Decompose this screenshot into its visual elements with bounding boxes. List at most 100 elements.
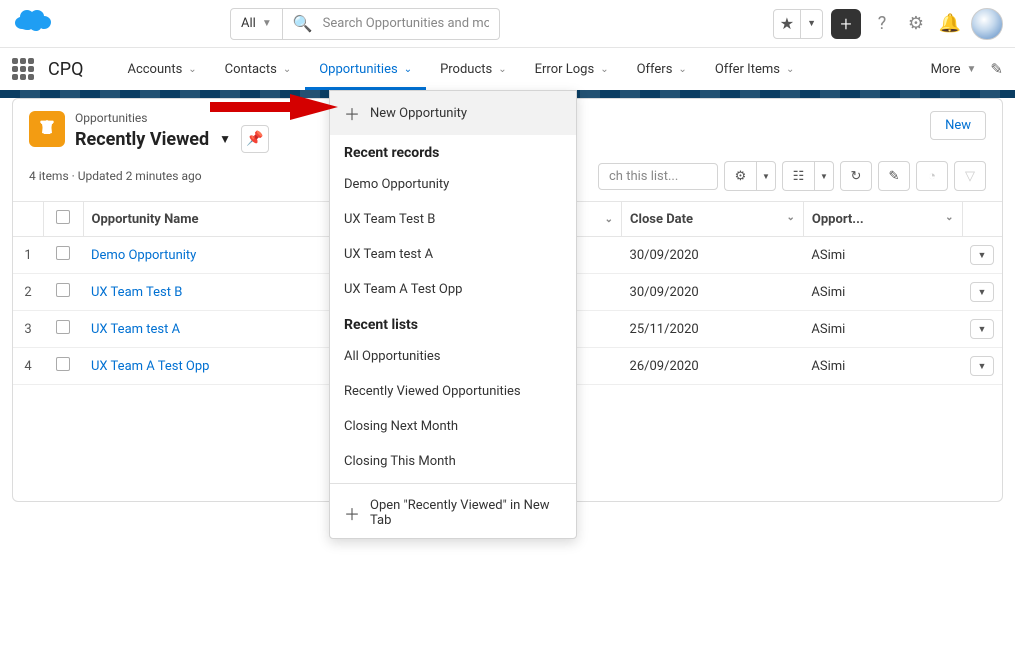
row-select[interactable] [43, 237, 83, 274]
app-launcher-icon[interactable] [12, 58, 34, 80]
recent-record-item[interactable]: Demo Opportunity [330, 167, 576, 202]
recent-list-item[interactable]: All Opportunities [330, 339, 576, 374]
col-close-date[interactable]: Close Date⌄ [622, 202, 804, 237]
global-search[interactable]: 🔍 [283, 8, 500, 40]
checkbox[interactable] [56, 357, 70, 371]
cell-opportunity-name[interactable]: Demo Opportunity [83, 237, 360, 274]
menu-open-new-tab[interactable]: ＋ Open "Recently Viewed" in New Tab [330, 488, 576, 538]
display-as-button[interactable]: ☷▼ [782, 161, 834, 191]
recent-record-item[interactable]: UX Team Test B [330, 202, 576, 237]
user-avatar[interactable] [971, 8, 1003, 40]
menu-label: UX Team test A [344, 247, 433, 262]
nav-item-opportunities[interactable]: Opportunities⌄ [305, 48, 426, 90]
nav-item-accounts[interactable]: Accounts⌄ [113, 48, 210, 90]
row-actions[interactable]: ▼ [962, 274, 1002, 311]
global-create-button[interactable]: + [831, 9, 861, 39]
pie-chart-icon: ◔ [928, 168, 936, 184]
cell-opportunity-name[interactable]: UX Team test A [83, 311, 360, 348]
chevron-down-icon: ▼ [967, 64, 977, 75]
new-record-button[interactable]: New [930, 111, 986, 140]
record-link[interactable]: UX Team Test B [91, 285, 182, 300]
recent-record-item[interactable]: UX Team test A [330, 237, 576, 272]
chevron-down-icon: ▼ [262, 18, 272, 29]
nav-more[interactable]: More ▼ [931, 48, 977, 90]
list-settings-button[interactable]: ⚙▼ [724, 161, 776, 191]
chevron-down-icon[interactable]: ▼ [970, 319, 994, 339]
menu-label: Closing This Month [344, 454, 456, 469]
list-search-input[interactable]: ch this list... [598, 163, 718, 190]
nav-item-offers[interactable]: Offers⌄ [623, 48, 701, 90]
refresh-button[interactable]: ↻ [840, 161, 872, 191]
opportunities-nav-dropdown: ＋ New Opportunity Recent records Demo Op… [329, 90, 577, 539]
plus-icon: ＋ [344, 101, 360, 125]
nav-label: Error Logs [535, 62, 595, 77]
row-actions[interactable]: ▼ [962, 348, 1002, 385]
filter-button[interactable]: ▽ [954, 161, 986, 191]
edit-nav-button[interactable]: ✎ [990, 60, 1003, 78]
chevron-down-icon[interactable]: ▼ [970, 282, 994, 302]
search-input[interactable] [323, 16, 489, 31]
chevron-down-icon[interactable]: ▼ [219, 132, 231, 146]
menu-label: UX Team Test B [344, 212, 435, 227]
record-link[interactable]: UX Team test A [91, 322, 180, 337]
col-select-all[interactable] [43, 202, 83, 237]
recent-list-item[interactable]: Closing Next Month [330, 409, 576, 444]
question-icon: ? [878, 13, 887, 34]
cell-owner: ASimi [803, 348, 962, 385]
row-select[interactable] [43, 348, 83, 385]
chevron-down-icon: ⌄ [600, 64, 608, 75]
gear-icon: ⚙ [735, 169, 747, 184]
notifications-button[interactable]: 🔔 [937, 11, 963, 37]
pencil-icon: ✎ [889, 169, 900, 184]
checkbox[interactable] [56, 320, 70, 334]
inline-edit-button[interactable]: ✎ [878, 161, 910, 191]
pin-button[interactable]: 📌 [241, 125, 269, 153]
row-select[interactable] [43, 311, 83, 348]
col-opportunity-name[interactable]: Opportunity Name⌄ [83, 202, 360, 237]
cell-owner: ASimi [803, 311, 962, 348]
checkbox[interactable] [56, 210, 70, 224]
search-scope-selector[interactable]: All ▼ [230, 8, 283, 40]
col-label: Opport... [812, 212, 864, 227]
nav-item-error-logs[interactable]: Error Logs ⌄ [521, 48, 623, 90]
chevron-down-icon: ▼ [801, 10, 822, 38]
row-actions[interactable]: ▼ [962, 237, 1002, 274]
help-button[interactable]: ? [869, 11, 895, 37]
salesforce-logo [12, 8, 60, 40]
recent-list-item[interactable]: Closing This Month [330, 444, 576, 479]
scope-label: All [241, 16, 256, 31]
recent-record-item[interactable]: UX Team A Test Opp [330, 272, 576, 307]
cell-owner: ASimi [803, 237, 962, 274]
cell-close-date: 30/09/2020 [622, 274, 804, 311]
table-icon: ☷ [793, 169, 805, 184]
nav-label: More [931, 62, 961, 77]
chart-button[interactable]: ◔ [916, 161, 948, 191]
checkbox[interactable] [56, 246, 70, 260]
nav-item-products[interactable]: Products⌄ [426, 48, 521, 90]
row-number: 1 [13, 237, 43, 274]
row-number: 4 [13, 348, 43, 385]
nav-item-contacts[interactable]: Contacts⌄ [211, 48, 306, 90]
opportunity-icon [29, 111, 65, 147]
menu-label: UX Team A Test Opp [344, 282, 462, 297]
menu-new-opportunity[interactable]: ＋ New Opportunity [330, 91, 576, 135]
col-owner[interactable]: Opport...⌄ [803, 202, 962, 237]
nav-item-offer-items[interactable]: Offer Items⌄ [701, 48, 809, 90]
row-actions[interactable]: ▼ [962, 311, 1002, 348]
global-header: All ▼ 🔍 ★ ▼ + ? ⚙ 🔔 [0, 0, 1015, 48]
recent-list-item[interactable]: Recently Viewed Opportunities [330, 374, 576, 409]
chevron-down-icon: ⌄ [678, 64, 686, 75]
row-select[interactable] [43, 274, 83, 311]
bell-icon: 🔔 [939, 13, 961, 34]
favorites-button[interactable]: ★ ▼ [773, 9, 823, 39]
cell-opportunity-name[interactable]: UX Team Test B [83, 274, 360, 311]
chevron-down-icon[interactable]: ▼ [970, 245, 994, 265]
setup-button[interactable]: ⚙ [903, 11, 929, 37]
pin-icon: 📌 [246, 131, 263, 147]
checkbox[interactable] [56, 283, 70, 297]
chevron-down-icon[interactable]: ▼ [970, 356, 994, 376]
list-view-title[interactable]: Recently Viewed [75, 129, 209, 150]
record-link[interactable]: UX Team A Test Opp [91, 359, 209, 374]
record-link[interactable]: Demo Opportunity [91, 248, 196, 263]
cell-opportunity-name[interactable]: UX Team A Test Opp [83, 348, 360, 385]
